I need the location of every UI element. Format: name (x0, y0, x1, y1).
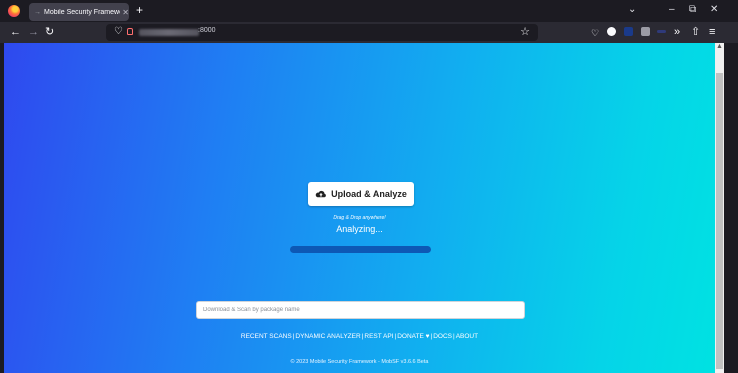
bookmark-star-icon[interactable]: ☆ (520, 25, 530, 38)
close-window-icon[interactable]: ✕ (710, 4, 718, 16)
link-separator: | (394, 333, 397, 340)
list-all-tabs-icon[interactable]: ⌄ (628, 4, 636, 16)
drag-drop-hint: Drag & Drop anywhere! (333, 215, 386, 221)
recent-scans-link[interactable]: RECENT SCANS (241, 333, 292, 340)
upload-button-label: Upload & Analyze (331, 189, 407, 199)
window-edge (724, 43, 738, 373)
dynamic-analyzer-link[interactable]: DYNAMIC ANALYZER (295, 333, 360, 340)
firefox-logo-icon (8, 5, 20, 17)
extension-info-icon[interactable] (607, 27, 616, 36)
extension-bar-icon[interactable] (657, 30, 666, 33)
minimize-icon[interactable]: – (669, 4, 675, 16)
scrollbar-thumb[interactable] (716, 73, 723, 369)
package-search-input[interactable] (196, 301, 525, 319)
browser-titlebar: → Mobile Security Framework ✕ + ⌄ – ⧉ ✕ (0, 0, 738, 22)
forward-icon[interactable]: → (28, 26, 39, 38)
link-separator: | (453, 333, 455, 340)
about-link[interactable]: ABOUT (456, 333, 478, 340)
rest-api-link[interactable]: REST API (364, 333, 393, 340)
close-tab-icon[interactable]: ✕ (122, 8, 129, 17)
donate-link[interactable]: DONATE ♥ (397, 333, 429, 340)
url-port: :8000 (198, 27, 216, 34)
scroll-up-arrow-icon[interactable]: ▲ (716, 43, 723, 50)
share-icon[interactable]: ⇧ (691, 26, 700, 38)
back-icon[interactable]: ← (10, 26, 21, 38)
tab-title: Mobile Security Framework (44, 8, 120, 16)
pocket-icon[interactable]: ♡ (591, 27, 599, 39)
browser-navbar: ← → ↻ ♡ :8000 ☆ ♡ » ⇧ ≡ (0, 22, 738, 43)
analysis-progress-bar (290, 246, 431, 253)
analysis-status: Analyzing... (336, 224, 383, 234)
insecure-lock-icon[interactable] (127, 28, 133, 35)
page-viewport: Upload & Analyze Drag & Drop anywhere! A… (4, 43, 715, 373)
url-bar[interactable]: ♡ :8000 ☆ (106, 24, 538, 41)
docs-link[interactable]: DOCS (433, 333, 452, 340)
browser-tab[interactable]: → Mobile Security Framework ✕ (29, 3, 129, 21)
tab-favicon-icon: → (34, 8, 41, 16)
new-tab-icon[interactable]: + (136, 4, 143, 16)
overflow-chevrons-icon[interactable]: » (674, 26, 680, 38)
link-separator: | (430, 333, 433, 340)
tracking-shield-icon[interactable]: ♡ (114, 26, 123, 37)
restore-icon[interactable]: ⧉ (689, 4, 696, 16)
upload-analyze-button[interactable]: Upload & Analyze (308, 182, 414, 206)
cloud-upload-icon (315, 190, 327, 197)
footer-links: RECENT SCANS|DYNAMIC ANALYZER|REST API|D… (4, 333, 715, 340)
menu-icon[interactable]: ≡ (709, 26, 715, 38)
copyright-text: © 2023 Mobile Security Framework - MobSF… (290, 359, 429, 365)
url-host-redacted (139, 29, 199, 36)
extension-gray-icon[interactable] (641, 27, 650, 36)
extension-blue-icon[interactable] (624, 27, 633, 36)
analysis-progress-fill (290, 246, 431, 253)
page-scrollbar[interactable]: ▲ (715, 43, 724, 373)
reload-icon[interactable]: ↻ (45, 26, 54, 38)
